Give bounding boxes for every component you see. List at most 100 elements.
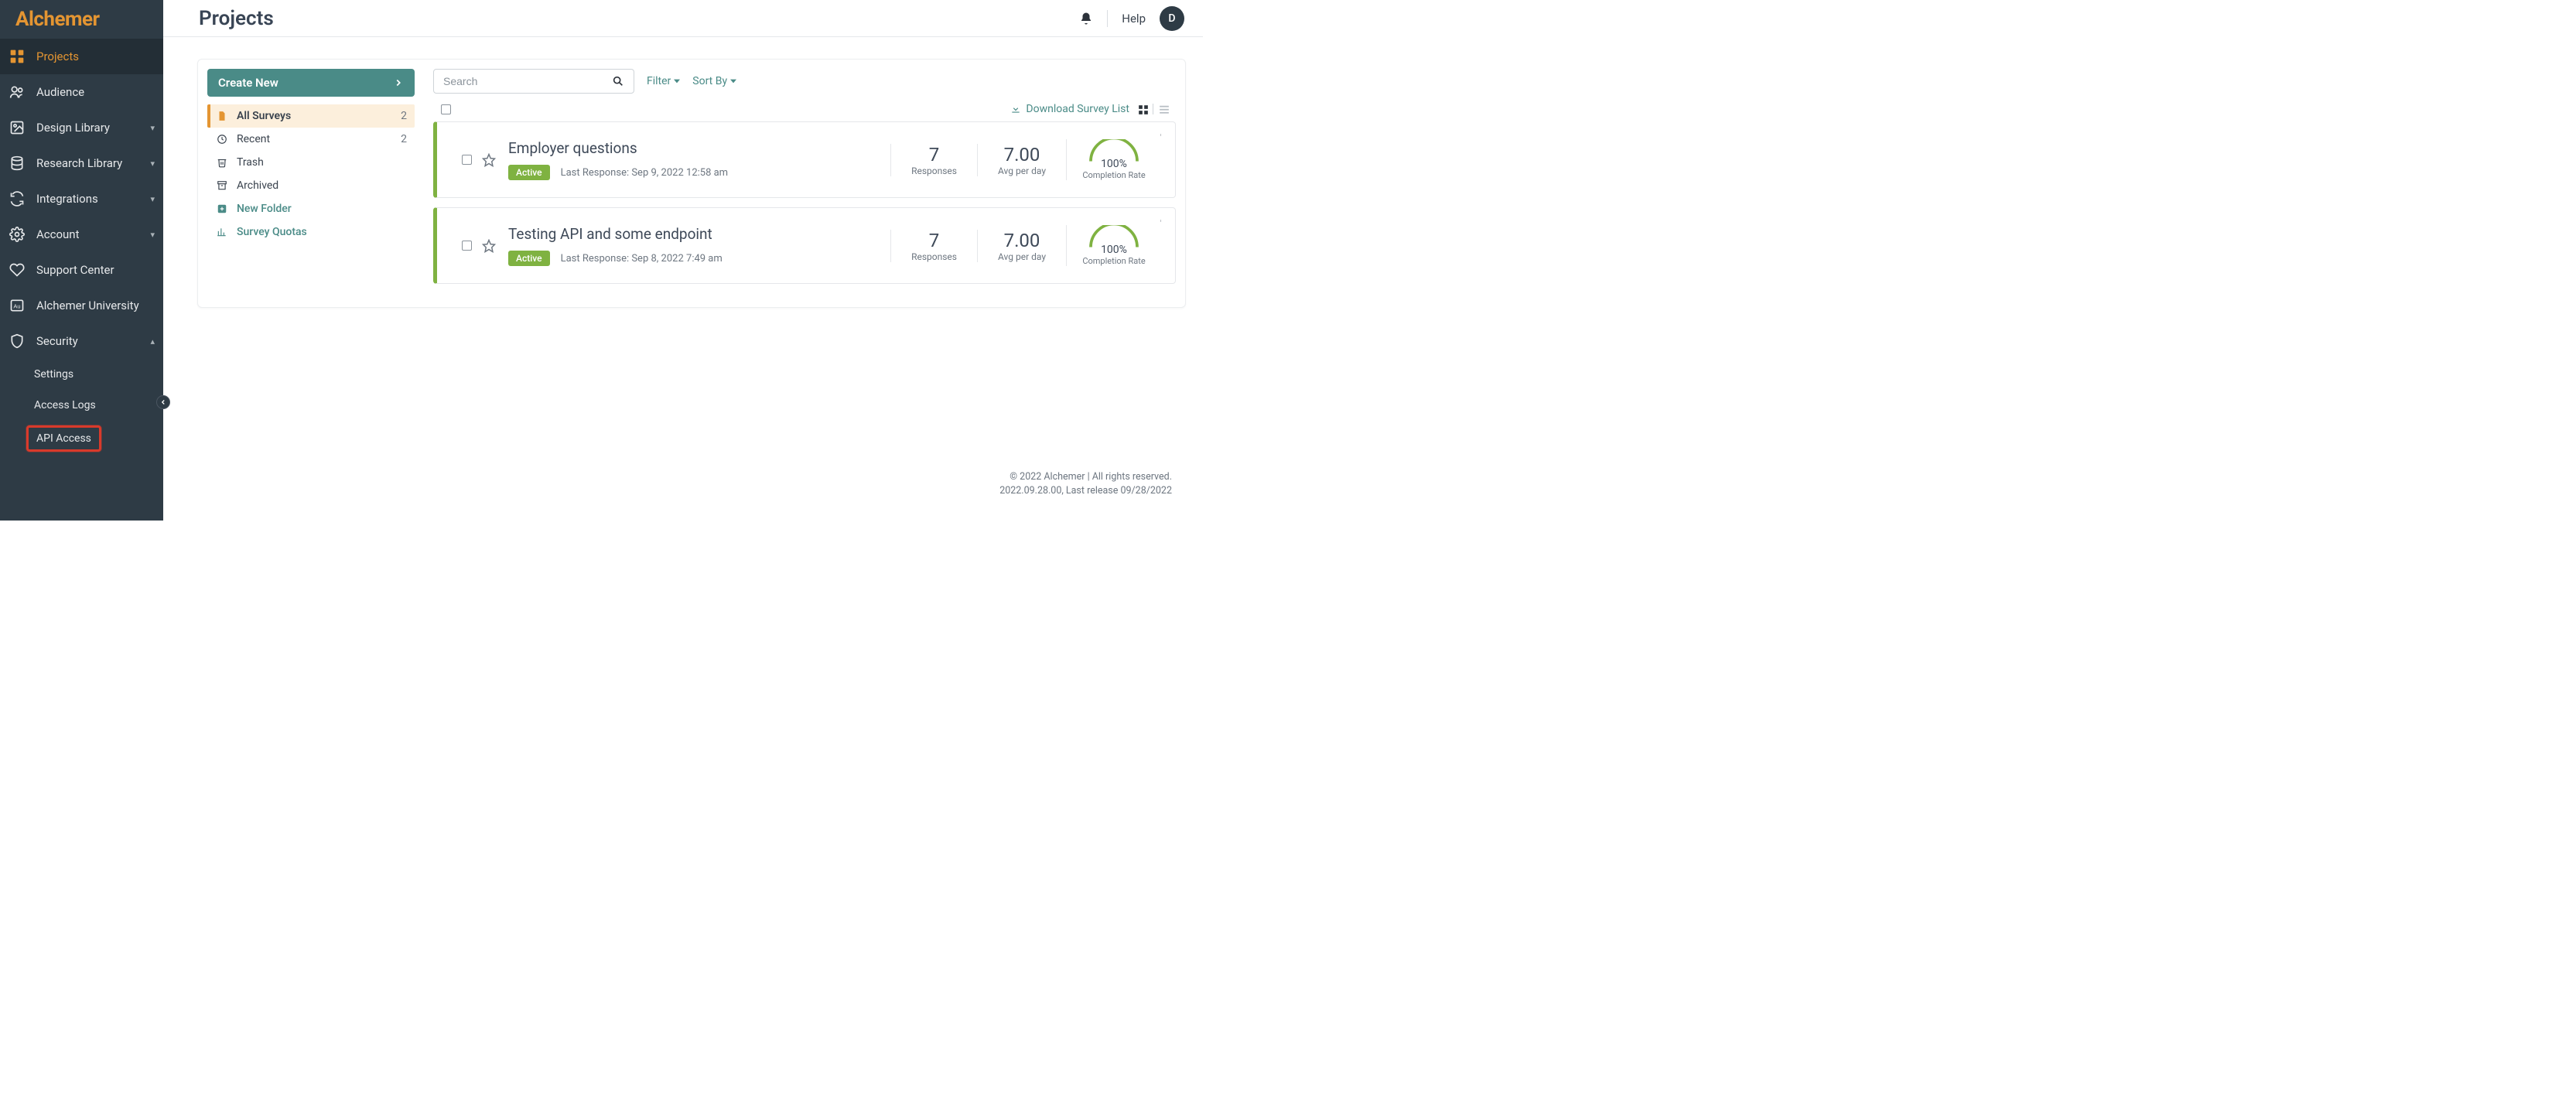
sort-button[interactable]: Sort By [692,75,736,87]
filter-button[interactable]: Filter [647,75,680,87]
folder-recent[interactable]: Recent2 [207,128,415,151]
plus-square-icon [217,203,227,214]
completion-gauge-icon [1081,225,1147,248]
folder-label: Survey Quotas [237,226,407,238]
gear-icon [9,226,26,243]
shield-icon [9,333,26,350]
folders-column: Create New All Surveys2Recent2 Trash Archi… [198,60,424,307]
caret-down-icon [730,79,736,84]
survey-title: Employer questions [508,139,890,157]
search-box[interactable] [433,69,634,94]
download-label: Download Survey List [1026,103,1129,115]
page-title: Projects [199,7,274,30]
survey-card[interactable]: Testing API and some endpointActiveLast … [433,207,1176,284]
nav-label: Integrations [36,192,139,206]
footer-version: 2022.09.28.00, Last release 09/28/2022 [197,484,1172,499]
chevron-down-icon: ▾ [150,123,155,133]
sidebar-subitem-access-logs[interactable]: Access Logs [34,390,163,421]
sidebar: Alchemer Projects Audience Design Library▾… [0,0,163,521]
folder-label: Archived [237,179,407,192]
notifications-icon[interactable] [1079,12,1093,26]
folder-archived[interactable]: Archived [207,174,415,197]
sidebar-subitem-api-access[interactable]: API Access [26,425,101,452]
folder-label: New Folder [237,203,407,215]
star-icon[interactable] [482,239,496,253]
folder-count: 2 [401,110,407,122]
sidebar-subitem-settings[interactable]: Settings [34,359,163,390]
responses-value: 7 [911,144,957,166]
footer: © 2022 Alchemer | All rights reserved. 2… [197,456,1186,521]
status-badge: Active [508,165,550,180]
avg-label: Avg per day [998,166,1046,176]
folder-trash[interactable]: Trash [207,151,415,174]
main: Projects Help D Create New All Surveys2R… [163,0,1203,521]
last-response: Last Response: Sep 8, 2022 7:49 am [561,253,723,265]
completion-label: Completion Rate [1081,170,1147,180]
select-all-checkbox[interactable] [441,104,451,114]
nav-label: Projects [36,49,155,63]
avg-label: Avg per day [998,251,1046,262]
folder-new-folder[interactable]: New Folder [207,197,415,220]
nav-label: Account [36,227,139,241]
nav-label: Alchemer University [36,299,155,312]
list-toolbar: Filter Sort By [424,69,1185,103]
survey-card[interactable]: Employer questions Active Last Response: S… [433,121,1176,198]
search-icon[interactable] [612,75,624,87]
sidebar-item-account[interactable]: Account ▾ [0,217,163,252]
nav-label: Audience [36,85,155,99]
file-icon [217,111,227,121]
avatar[interactable]: D [1160,6,1184,31]
responses-label: Responses [911,251,957,262]
sidebar-collapse-button[interactable] [156,395,170,409]
nav-label: Security [36,334,139,348]
brand-logo: Alchemer [0,0,163,39]
image-icon [9,119,26,136]
chevron-down-icon: ▾ [150,230,155,240]
grid-icon [9,48,26,65]
last-response: Last Response: Sep 9, 2022 12:58 am [561,167,729,179]
trash-icon [217,157,227,168]
sidebar-item-alchemer-university[interactable]: Au Alchemer University [0,288,163,323]
svg-text:Au: Au [13,302,20,309]
heart-icon [9,261,26,278]
card-menu-icon[interactable] [1156,214,1167,228]
help-link[interactable]: Help [1122,12,1146,26]
sidebar-item-design-library[interactable]: Design Library▾ [0,110,163,145]
card-menu-icon[interactable] [1156,128,1167,142]
caret-down-icon [674,79,680,84]
download-survey-list-link[interactable]: Download Survey List [1010,103,1129,115]
folder-count: 2 [401,133,407,145]
responses-value: 7 [911,230,957,251]
search-input[interactable] [443,75,612,87]
completion-gauge-icon [1081,139,1147,162]
sidebar-item-research-library[interactable]: Research Library▾ [0,145,163,181]
projects-panel: Create New All Surveys2Recent2 Trash Archi… [197,59,1186,308]
grid-view-icon[interactable] [1137,104,1151,114]
chevron-down-icon: ▾ [150,194,155,204]
star-icon[interactable] [482,153,496,167]
footer-copyright: © 2022 Alchemer | All rights reserved. [197,470,1172,485]
sidebar-item-integrations[interactable]: Integrations ▾ [0,181,163,217]
create-new-button[interactable]: Create New [207,69,415,97]
folder-label: Trash [237,156,407,169]
survey-checkbox[interactable] [462,241,472,251]
sidebar-item-security[interactable]: Security▴ [0,323,163,359]
filter-label: Filter [647,75,671,87]
survey-checkbox[interactable] [462,155,472,165]
completion-label: Completion Rate [1081,256,1147,266]
nav-label: Support Center [36,263,155,277]
avg-value: 7.00 [998,144,1046,166]
bar-chart-icon [217,227,227,237]
list-view-icon[interactable] [1153,104,1167,114]
folder-all-surveys[interactable]: All Surveys2 [207,104,415,128]
archive-icon [217,180,227,191]
sidebar-item-support-center[interactable]: Support Center [0,252,163,288]
folder-survey-quotas[interactable]: Survey Quotas [207,220,415,244]
list-header: Download Survey List [424,103,1185,121]
topbar: Projects Help D [163,0,1203,37]
download-icon [1010,104,1021,114]
sidebar-item-projects[interactable]: Projects [0,39,163,74]
au-icon: Au [9,297,26,314]
chevron-right-icon [393,77,404,88]
sidebar-item-audience[interactable]: Audience [0,74,163,110]
